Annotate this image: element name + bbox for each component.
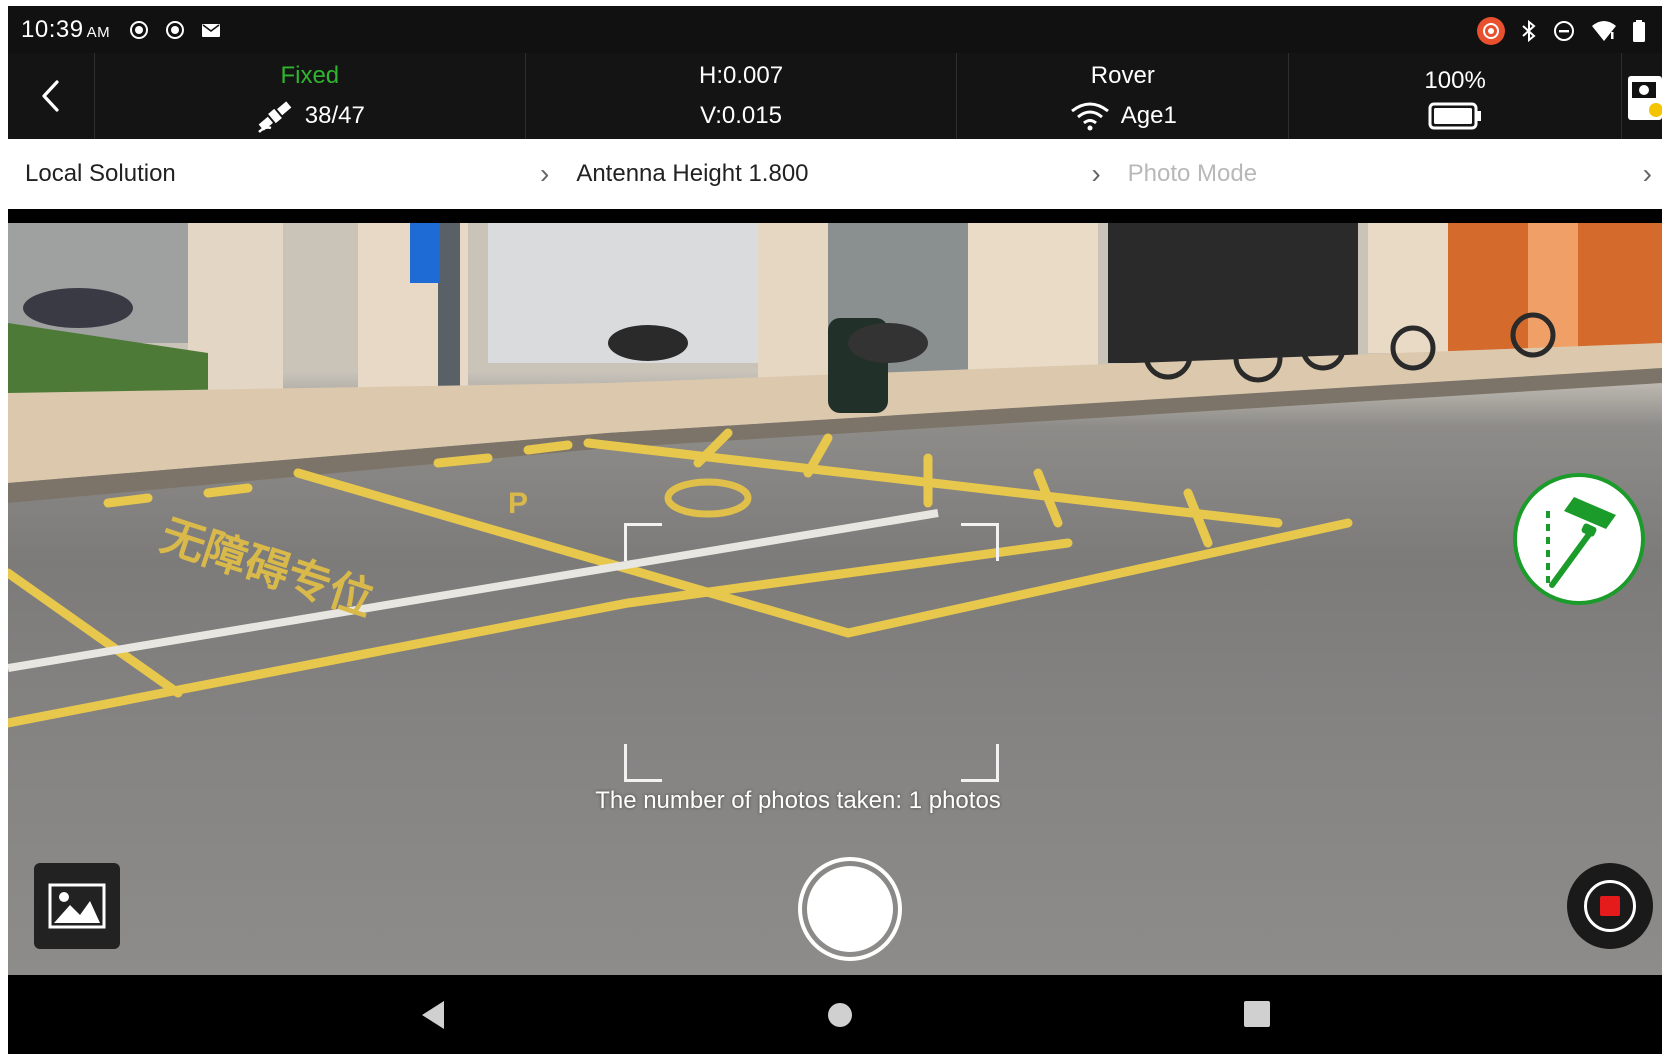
survey-point-button[interactable]	[1513, 473, 1645, 605]
photo-mode-option[interactable]: Photo Mode ›	[1111, 139, 1662, 209]
rtk-status-bar: Fixed 38/47 H:0.007 V:0.015 Rover Age1 1…	[8, 53, 1662, 139]
satellite-icon	[257, 101, 292, 133]
mail-icon	[202, 23, 221, 37]
solution-status: Fixed	[280, 62, 340, 89]
focus-corner-bottom-right	[961, 744, 999, 782]
satellite-status[interactable]: Fixed 38/47	[95, 53, 526, 139]
vertical-precision: V:0.015	[700, 102, 782, 129]
options-bar: Local Solution › Antenna Height 1.800 › …	[8, 139, 1662, 209]
chevron-right-icon: ›	[1091, 158, 1101, 189]
svg-text:P: P	[508, 487, 528, 520]
focus-corner-bottom-left	[624, 744, 662, 782]
antenna-height-option[interactable]: Antenna Height 1.800 ›	[559, 139, 1110, 209]
shutter-inner	[807, 866, 893, 952]
gallery-button[interactable]	[34, 863, 120, 949]
clock: 10:39 AM	[21, 15, 111, 43]
app-frame: 10:39 AM Fixed 38/47 H:0.007 V:0.015 Rov…	[8, 6, 1662, 1054]
record-indicator-icon	[1477, 17, 1505, 45]
battery-percent: 100%	[1424, 67, 1486, 94]
precision-status[interactable]: H:0.007 V:0.015	[526, 53, 958, 139]
gallery-icon	[48, 883, 106, 929]
rover-status[interactable]: Rover Age1	[957, 53, 1290, 139]
nav-recents-icon[interactable]	[1243, 1000, 1271, 1028]
record-icon	[1584, 880, 1636, 932]
work-mode: Rover	[1090, 62, 1155, 89]
local-solution-option[interactable]: Local Solution ›	[8, 139, 559, 209]
chevron-right-icon: ›	[1642, 158, 1652, 189]
record-video-button[interactable]	[1567, 863, 1653, 949]
instrument-icon	[1628, 76, 1662, 120]
system-nav-bar	[8, 975, 1662, 1054]
back-arrow-icon	[42, 80, 59, 112]
device-button[interactable]	[1622, 53, 1662, 139]
nav-home-icon[interactable]	[826, 1001, 854, 1029]
wifi-signal-icon	[1592, 21, 1616, 41]
photos-taken-count: The number of photos taken: 1 photos	[595, 787, 1001, 814]
nav-back-icon[interactable]	[418, 999, 448, 1031]
do-not-disturb-icon	[1554, 21, 1574, 41]
horizontal-precision: H:0.007	[699, 62, 784, 89]
correction-age: Age1	[1120, 102, 1177, 129]
status-bar: 10:39 AM	[8, 6, 1662, 53]
screen-record-icon	[166, 20, 185, 39]
battery-icon	[1633, 20, 1645, 42]
antenna-height-label: Antenna Height 1.800	[576, 160, 809, 187]
battery-status[interactable]: 100%	[1289, 53, 1623, 139]
shutter-button[interactable]	[798, 857, 902, 961]
photo-mode-label: Photo Mode	[1127, 160, 1258, 187]
status-icons	[1476, 16, 1646, 46]
camera-preview[interactable]: 无障碍专位 P The number of photos taken: 1 ph…	[8, 223, 1662, 975]
focus-corner-top-left	[624, 523, 662, 561]
back-button[interactable]	[8, 53, 95, 139]
wifi-icon	[1070, 102, 1109, 131]
chevron-right-icon: ›	[540, 158, 550, 189]
screen-record-icon	[130, 20, 149, 39]
local-solution-label: Local Solution	[25, 160, 176, 187]
svg-text:无障碍专位: 无障碍专位	[155, 511, 379, 626]
receiver-battery-icon	[1428, 102, 1482, 130]
focus-corner-top-right	[961, 523, 999, 561]
bluetooth-icon	[1522, 19, 1536, 43]
satellite-count: 38/47	[304, 102, 365, 129]
survey-pole-icon	[1546, 497, 1616, 588]
